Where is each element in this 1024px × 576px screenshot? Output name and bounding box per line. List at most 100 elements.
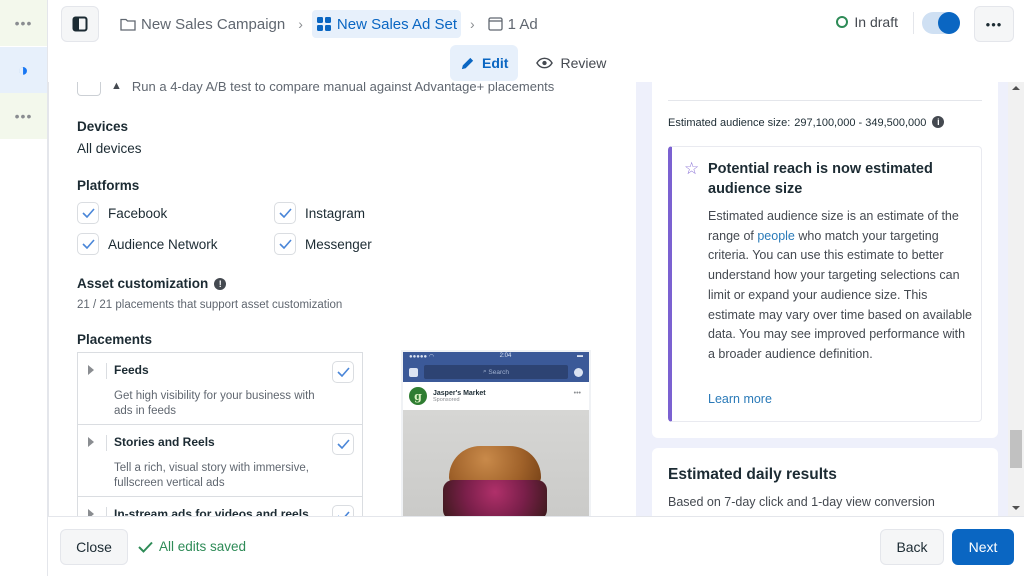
info-icon[interactable]: ! [214, 278, 227, 290]
devices-title: Devices [77, 119, 129, 134]
platform-audience-network[interactable]: Audience Network [77, 233, 218, 255]
scrollbar[interactable] [1008, 82, 1024, 516]
scroll-up-arrow-icon[interactable] [1012, 86, 1020, 90]
platforms-title: Platforms [77, 178, 140, 193]
more-horizontal-icon: ••• [14, 108, 33, 124]
breadcrumb-ad-set[interactable]: New Sales Ad Set [311, 10, 461, 38]
page-logo: g [409, 387, 427, 405]
contrast-icon: ◑ [17, 59, 30, 80]
platform-label: Instagram [305, 205, 366, 221]
placement-desc: Tell a rich, visual story with immersive… [114, 462, 309, 489]
pencil-icon [461, 57, 474, 69]
left-rail: ••• ◑ ••• [0, 0, 48, 576]
ab-test-checkbox[interactable] [77, 82, 101, 96]
daily-results-subtitle: Based on 7-day click and 1-day view conv… [668, 495, 935, 509]
ad-frame-icon [488, 17, 503, 31]
platform-label: Audience Network [108, 236, 218, 252]
rail-contrast-button[interactable]: ◑ [0, 47, 47, 93]
rail-more-button-2[interactable]: ••• [0, 93, 47, 139]
breadcrumb-ad[interactable]: 1 Ad [484, 10, 542, 38]
expand-caret-icon[interactable] [88, 365, 94, 375]
eye-icon [536, 57, 554, 69]
audience-size-label: Estimated audience size: [668, 117, 791, 129]
devices-value: All devices [77, 141, 142, 156]
asset-customization-label: Asset customization [77, 276, 209, 291]
info-icon[interactable]: i [932, 116, 945, 128]
scroll-down-arrow-icon[interactable] [1012, 506, 1020, 510]
grid-icon [316, 17, 331, 31]
flask-icon: ▲ [111, 82, 122, 92]
platform-checkbox[interactable] [77, 233, 99, 255]
daily-results-title: Estimated daily results [668, 466, 837, 483]
platform-facebook[interactable]: Facebook [77, 202, 167, 224]
sidebar-panel-icon [72, 16, 88, 32]
tab-edit[interactable]: Edit [450, 45, 519, 81]
notice-body-text: who match your targeting criteria. You c… [708, 228, 973, 361]
post-header: g Jasper's Market Sponsored ••• [403, 382, 589, 410]
next-button[interactable]: Next [952, 529, 1014, 565]
checkmark-icon [336, 367, 350, 377]
back-button[interactable]: Back [880, 529, 944, 565]
battery-icon: ▬ [577, 353, 583, 359]
chevron-right-icon: › [298, 16, 303, 32]
reach-notice: ☆ Potential reach is now estimated audie… [668, 146, 982, 422]
notice-title: Potential reach is now estimated audienc… [708, 161, 933, 197]
placement-checkbox[interactable] [332, 361, 354, 383]
placement-checkbox[interactable] [332, 433, 354, 455]
mode-tabs: Edit Review [450, 45, 616, 81]
phone-mockup: ●●●●● ◠ 2:04 ▬ ⌕ Search g Jasper's Market … [403, 352, 589, 516]
scrollbar-thumb[interactable] [1010, 430, 1022, 468]
platform-checkbox[interactable] [274, 233, 296, 255]
draft-status: In draft [836, 14, 898, 30]
platform-messenger[interactable]: Messenger [274, 233, 372, 255]
signal-icon: ●●●●● ◠ [409, 354, 435, 360]
ad-preview: ●●●●● ◠ 2:04 ▬ ⌕ Search g Jasper's Market … [401, 350, 591, 516]
asset-customization-subtext: 21 / 21 placements that support asset cu… [77, 299, 343, 311]
learn-more-link[interactable]: Learn more [708, 392, 772, 406]
tab-review[interactable]: Review [526, 45, 616, 81]
phone-search-label: Search [488, 368, 510, 376]
tab-review-label: Review [560, 55, 607, 71]
save-status: All edits saved [138, 539, 246, 554]
platform-checkbox[interactable] [77, 202, 99, 224]
asset-customization-title: Asset customization! [77, 276, 227, 291]
chevron-right-icon: › [470, 16, 475, 32]
breadcrumb: New Sales Campaign › New Sales Ad Set › … [116, 10, 542, 38]
placement-title: Stories and Reels [114, 435, 215, 449]
more-options-button[interactable]: ••• [974, 6, 1014, 42]
breadcrumb-campaign[interactable]: New Sales Campaign [116, 10, 289, 38]
tab-edit-label: Edit [482, 55, 509, 71]
placement-desc: Get high visibility for your business wi… [114, 390, 315, 417]
checkmark-icon [81, 208, 95, 218]
placement-row-feeds: Feeds Get high visibility for your busin… [78, 353, 362, 425]
placements-form: ▲ Run a 4-day A/B test to compare manual… [48, 82, 628, 516]
row-divider [106, 507, 107, 516]
ab-test-row: ▲ Run a 4-day A/B test to compare manual… [77, 82, 554, 96]
sidebar-toggle-button[interactable] [61, 6, 99, 42]
rail-more-button[interactable]: ••• [0, 0, 47, 46]
audience-size-value: 297,100,000 - 349,500,000 [794, 117, 927, 129]
placement-title: Feeds [114, 363, 149, 377]
publish-toggle[interactable] [922, 12, 960, 34]
placement-checkbox[interactable] [332, 505, 354, 516]
post-more-icon: ••• [573, 390, 581, 397]
header: New Sales Campaign › New Sales Ad Set › … [48, 0, 1024, 48]
checkmark-icon [81, 239, 95, 249]
people-link[interactable]: people [757, 229, 795, 243]
platform-checkbox[interactable] [274, 202, 296, 224]
close-button[interactable]: Close [60, 529, 128, 565]
burger-bun [449, 446, 541, 484]
phone-status-bar: ●●●●● ◠ 2:04 ▬ [403, 352, 589, 362]
header-divider [913, 12, 914, 34]
save-status-label: All edits saved [159, 539, 247, 554]
phone-time: 2:04 [499, 353, 512, 359]
card-divider [668, 100, 982, 101]
expand-caret-icon[interactable] [88, 437, 94, 447]
expand-caret-icon[interactable] [88, 509, 94, 516]
placement-row-in-stream: In-stream ads for videos and reels [78, 497, 362, 516]
breadcrumb-ad-set-label: New Sales Ad Set [336, 15, 457, 33]
phone-search: ⌕ Search [424, 365, 568, 379]
ab-test-label: Run a 4-day A/B test to compare manual a… [131, 82, 555, 94]
breadcrumb-campaign-label: New Sales Campaign [141, 15, 286, 33]
platform-instagram[interactable]: Instagram [274, 202, 365, 224]
